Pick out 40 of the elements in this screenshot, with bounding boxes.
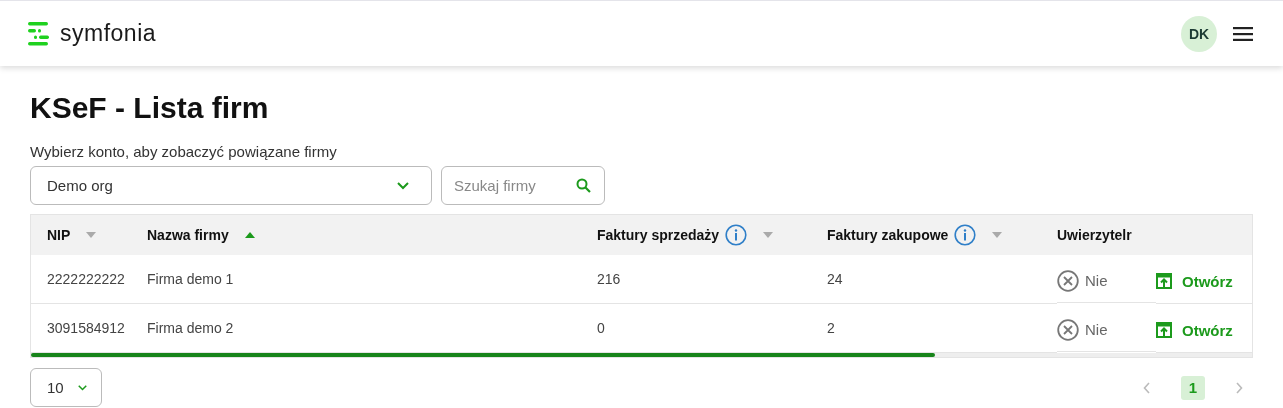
info-icon[interactable] [725,224,748,246]
status-text: Nie [1085,272,1108,289]
logo-text: symfonia [60,20,157,47]
table-cell: 216 [597,271,621,287]
open-link[interactable]: Otwórz [1156,317,1233,339]
table-cell: 24 [827,271,843,287]
chevron-left-icon[interactable] [1143,381,1151,394]
open-icon [1156,322,1172,338]
sort-icon[interactable] [992,232,1003,238]
table-cell: 0 [597,320,605,336]
open-link[interactable]: Otwórz [1156,268,1233,290]
open-icon [1156,273,1172,289]
column-header[interactable]: Faktury sprzedaży [597,227,720,243]
sort-ascending-icon[interactable] [244,232,255,238]
status-text: Nie [1085,321,1108,338]
chevron-right-icon[interactable] [1235,381,1243,394]
page-size-select[interactable]: 10 [30,368,102,407]
column-header[interactable]: Uwierzytelr [1057,227,1132,243]
search-icon[interactable] [576,178,591,193]
field-label: Wybierz konto, aby zobaczyć powiązane firmy [30,143,338,160]
page-title: KSeF - Lista firm [30,90,270,126]
sort-icon[interactable] [763,232,774,238]
table-cell: 3091584912 [47,320,125,336]
sort-icon[interactable] [86,232,97,238]
chevron-down-icon [397,181,409,190]
logo-icon [28,21,50,46]
column-header[interactable]: NIP [47,227,71,243]
scrollbar[interactable] [31,353,1252,357]
table-cell: Firma demo 1 [147,271,234,287]
menu-icon[interactable] [1233,26,1253,41]
chevron-down-icon [77,384,87,391]
info-icon[interactable] [954,224,977,246]
column-header[interactable]: Faktury zakupowe [827,227,949,243]
column-header[interactable]: Nazwa firmy [147,227,229,243]
user-avatar[interactable]: DK [1181,15,1217,52]
account-select[interactable]: Demo org [30,166,432,205]
table-cell: Firma demo 2 [147,320,234,336]
table-cell: 2 [827,320,835,336]
table-cell: 2222222222 [47,271,125,287]
search-field[interactable]: Szukaj firmy [441,166,605,205]
